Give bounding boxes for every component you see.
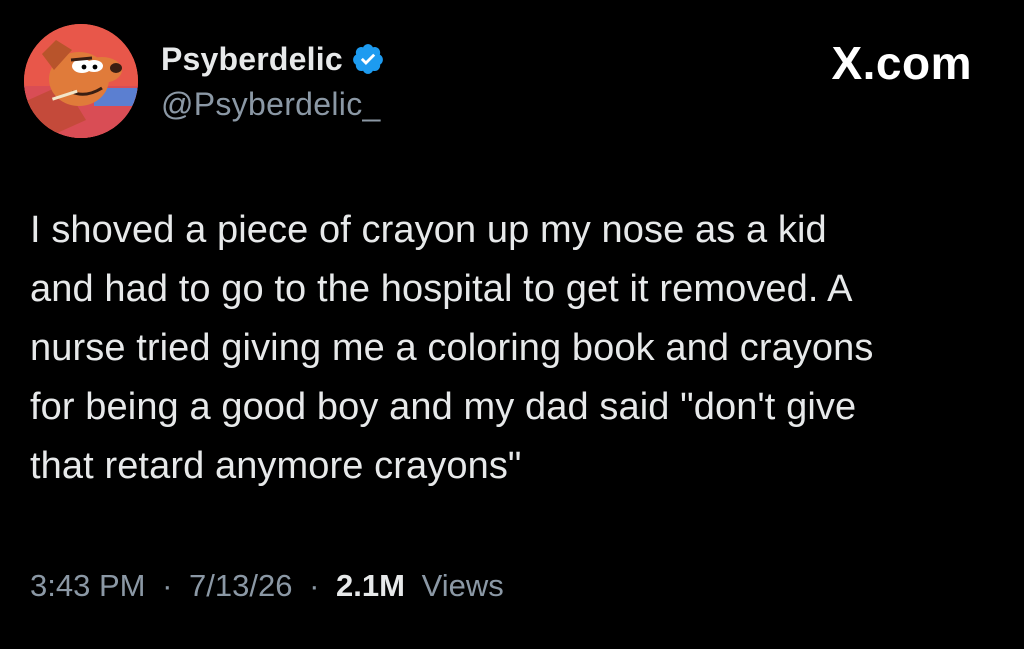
tweet-date[interactable]: 7/13/26 [189, 568, 292, 603]
tweet-text-line: I shoved a piece of crayon up my nose as… [30, 209, 827, 251]
verified-badge-icon [351, 42, 385, 76]
meta-separator: · [309, 568, 320, 603]
meta-separator: · [162, 568, 173, 603]
tweet-text: I shoved a piece of crayon up my nose as… [30, 201, 1005, 496]
cartoon-dog-avatar-icon [24, 24, 138, 138]
tweet-meta: 3:43 PM · 7/13/26 · 2.1M Views [30, 568, 504, 604]
user-handle[interactable]: @Psyberdelic_ [161, 86, 381, 123]
tweet-text-line: and had to go to the hospital to get it … [30, 268, 853, 310]
tweet-text-line: nurse tried giving me a coloring book an… [30, 327, 874, 369]
display-name[interactable]: Psyberdelic [161, 41, 343, 78]
brand-logo-text: X.com [831, 37, 972, 89]
display-name-row: Psyberdelic [161, 37, 385, 81]
tweet-time[interactable]: 3:43 PM [30, 568, 145, 603]
views-count[interactable]: 2.1M [336, 568, 405, 603]
tweet-card: Psyberdelic @Psyberdelic_ X.com I shoved… [0, 0, 1024, 649]
views-label: Views [421, 568, 504, 603]
tweet-text-line: for being a good boy and my dad said "do… [30, 386, 857, 428]
avatar[interactable] [24, 24, 138, 138]
tweet-text-line: that retard anymore crayons" [30, 445, 522, 487]
